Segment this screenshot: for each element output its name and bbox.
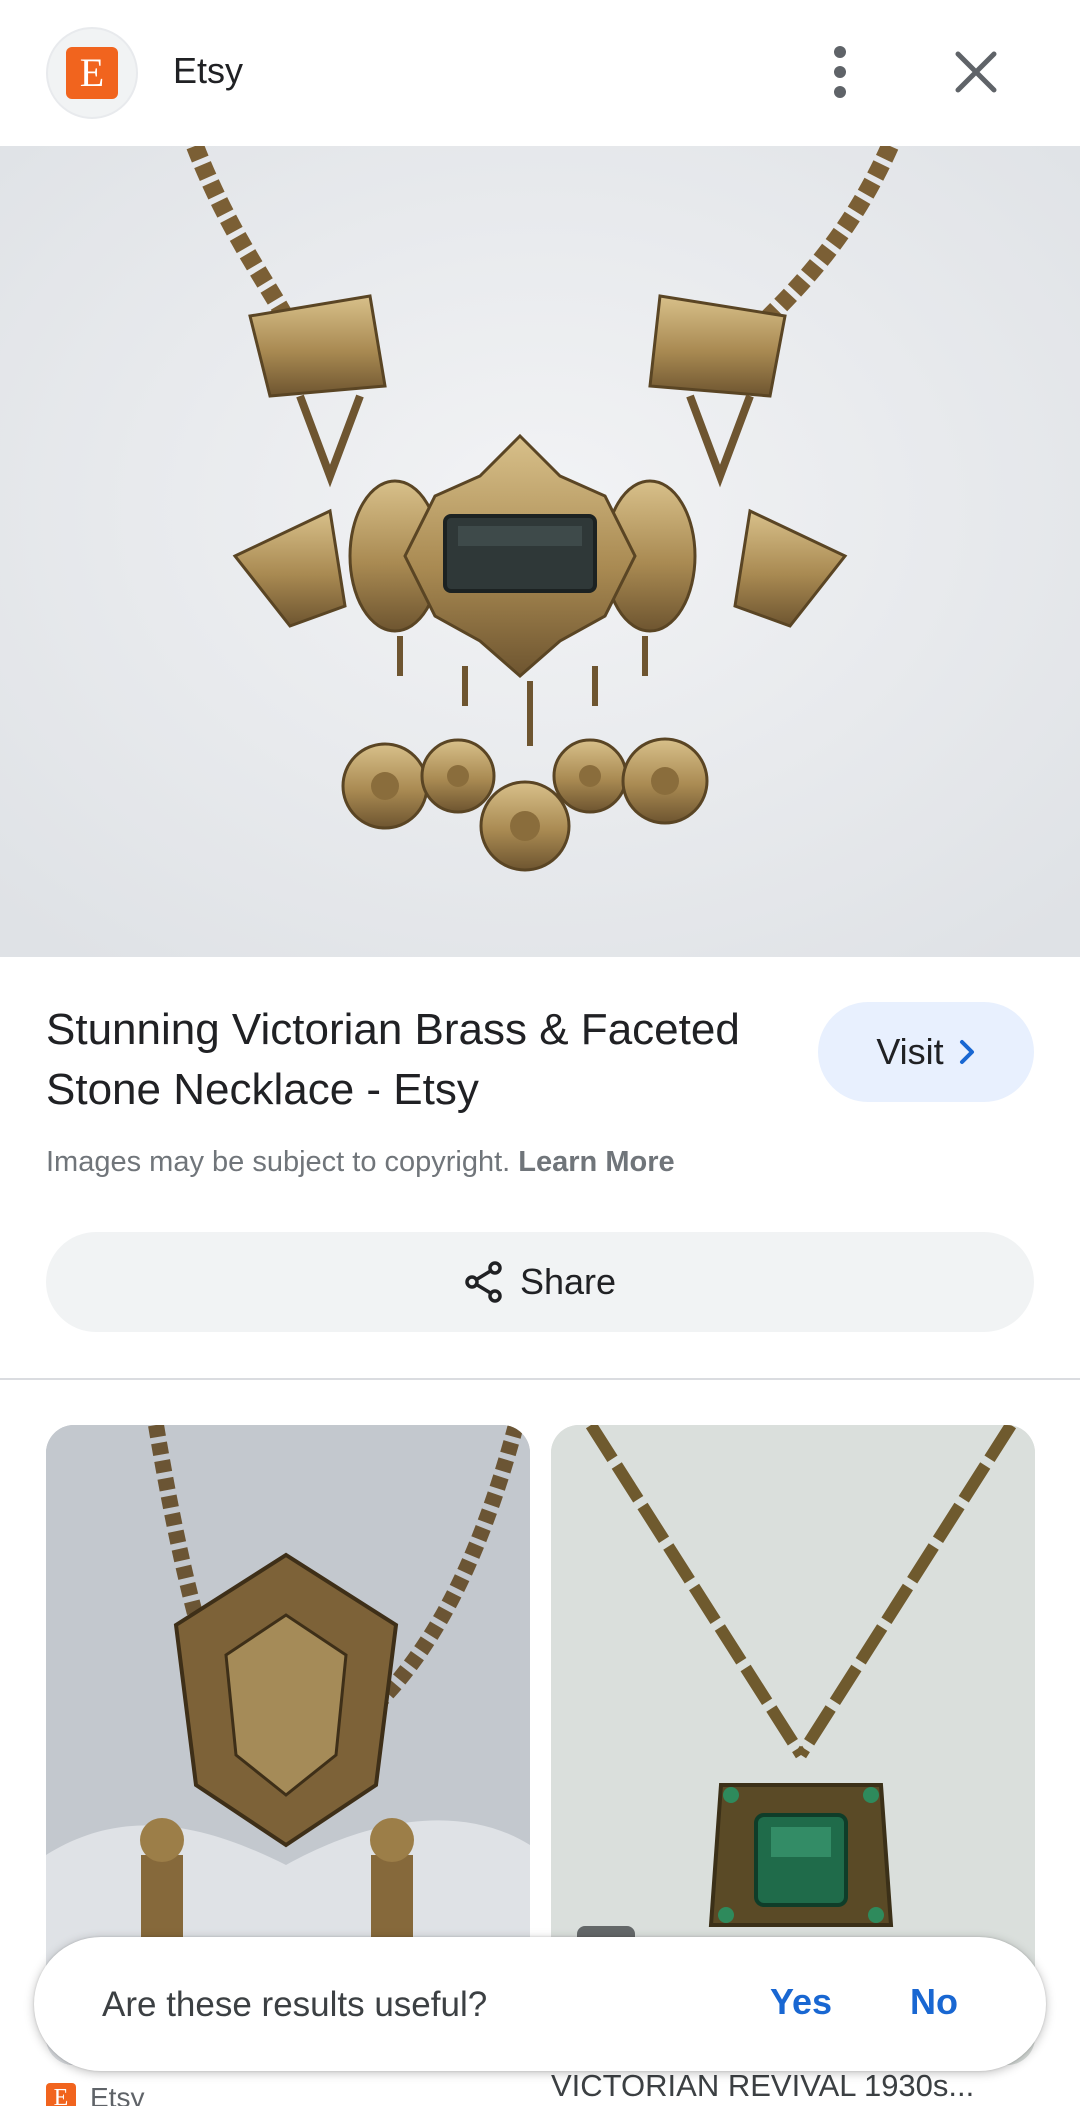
related-result-title[interactable]: VICTORIAN REVIVAL 1930s... [551, 2068, 1035, 2104]
site-name[interactable]: Etsy [173, 50, 243, 92]
copyright-text: Images may be subject to copyright. [46, 1146, 511, 1178]
site-favicon-badge[interactable]: E [46, 27, 138, 119]
section-divider [0, 1378, 1080, 1380]
visit-button[interactable]: Visit [818, 1002, 1034, 1102]
related-source-name: Etsy [90, 2082, 145, 2106]
main-product-image[interactable] [0, 146, 1080, 957]
feedback-prompt: Are these results useful? Yes No [34, 1937, 1046, 2071]
close-button[interactable] [944, 40, 1008, 104]
result-title[interactable]: Stunning Victorian Brass & Faceted Stone… [46, 1000, 766, 1120]
copyright-notice: Images may be subject to copyright. Lear… [46, 1146, 675, 1179]
feedback-yes-button[interactable]: Yes [770, 1981, 832, 2023]
etsy-logo-icon: E [46, 2083, 76, 2106]
visit-label: Visit [876, 1031, 944, 1072]
feedback-no-button[interactable]: No [910, 1981, 958, 2023]
more-options-button[interactable] [816, 36, 864, 108]
share-icon [465, 1261, 502, 1303]
etsy-logo-icon: E [66, 47, 118, 99]
more-vert-icon [834, 46, 846, 98]
close-icon [955, 51, 997, 93]
related-source: E Etsy [46, 2082, 144, 2106]
chevron-right-icon [959, 1040, 974, 1064]
feedback-question: Are these results useful? [102, 1985, 488, 2024]
necklace-photo [0, 146, 1080, 957]
share-label: Share [519, 1261, 617, 1302]
viewer-header: E Etsy [0, 0, 1080, 146]
share-button[interactable]: Share [46, 1232, 1034, 1332]
learn-more-link[interactable]: Learn More [518, 1146, 674, 1178]
